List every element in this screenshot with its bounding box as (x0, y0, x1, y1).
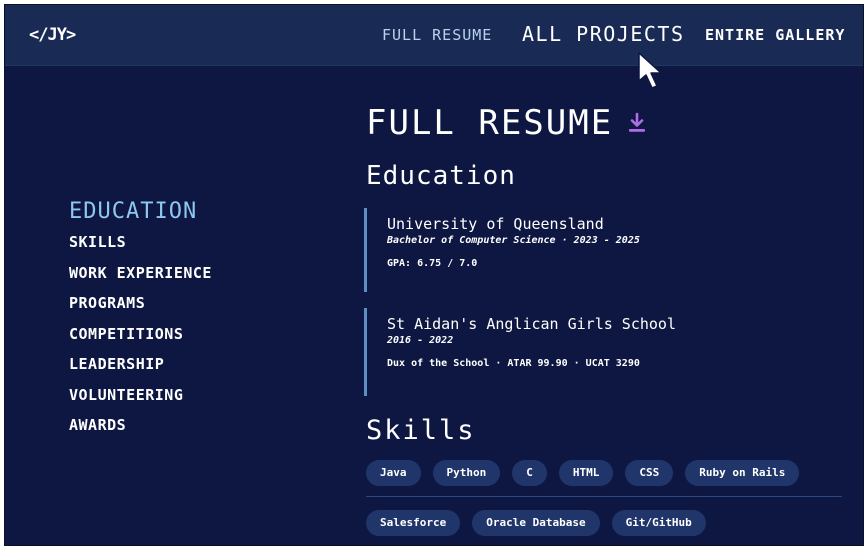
skills-chip-row: Java Python C HTML CSS Ruby on Rails (366, 460, 800, 486)
top-navbar: </JY> FULL RESUME ALL PROJECTS ENTIRE GA… (5, 5, 863, 66)
app-window: </JY> FULL RESUME ALL PROJECTS ENTIRE GA… (4, 4, 864, 546)
resume-section-nav: EDUCATION SKILLS WORK EXPERIENCE PROGRAM… (69, 197, 212, 441)
skill-chip-c[interactable]: C (512, 460, 547, 486)
nav-entire-gallery[interactable]: ENTIRE GALLERY (705, 26, 845, 44)
skill-chip-git-github[interactable]: Git/GitHub (611, 510, 706, 536)
side-nav-competitions[interactable]: COMPETITIONS (69, 319, 212, 350)
school-name: University of Queensland (387, 215, 604, 233)
side-nav-volunteering[interactable]: VOLUNTEERING (69, 380, 212, 411)
skill-chip-python[interactable]: Python (432, 460, 501, 486)
skill-chip-css[interactable]: CSS (625, 460, 674, 486)
education-detail: Dux of the School · ATAR 99.90 · UCAT 32… (387, 358, 640, 369)
site-logo[interactable]: </JY> (29, 25, 76, 45)
skills-divider (366, 496, 842, 497)
education-entry: St Aidan's Anglican Girls School 2016 - … (364, 308, 676, 396)
nav-all-projects[interactable]: ALL PROJECTS (522, 22, 685, 46)
skill-chip-java[interactable]: Java (366, 460, 421, 486)
page-title: FULL RESUME (366, 103, 614, 143)
skill-chip-salesforce[interactable]: Salesforce (366, 510, 461, 536)
school-name: St Aidan's Anglican Girls School (387, 315, 676, 333)
side-nav-skills[interactable]: SKILLS (69, 227, 212, 258)
side-nav-leadership[interactable]: LEADERSHIP (69, 349, 212, 380)
skill-chip-oracle-database[interactable]: Oracle Database (472, 510, 600, 536)
skills-heading: Skills (366, 415, 476, 446)
education-heading: Education (366, 161, 516, 191)
side-nav-programs[interactable]: PROGRAMS (69, 288, 212, 319)
mouse-cursor-icon (638, 52, 662, 89)
degree-dates: Bachelor of Computer Science · 2023 - 20… (387, 235, 640, 246)
skill-chip-html[interactable]: HTML (558, 460, 614, 486)
degree-dates: 2016 - 2022 (387, 335, 454, 346)
skills-chip-row: Salesforce Oracle Database Git/GitHub (366, 510, 706, 536)
side-nav-work-experience[interactable]: WORK EXPERIENCE (69, 258, 212, 289)
education-detail: GPA: 6.75 / 7.0 (387, 258, 478, 269)
nav-full-resume[interactable]: FULL RESUME (382, 26, 492, 44)
download-icon[interactable] (625, 111, 649, 135)
side-nav-education[interactable]: EDUCATION (69, 197, 212, 227)
education-entry: University of Queensland Bachelor of Com… (364, 208, 640, 292)
skill-chip-ruby-on-rails[interactable]: Ruby on Rails (685, 460, 800, 486)
side-nav-awards[interactable]: AWARDS (69, 410, 212, 441)
